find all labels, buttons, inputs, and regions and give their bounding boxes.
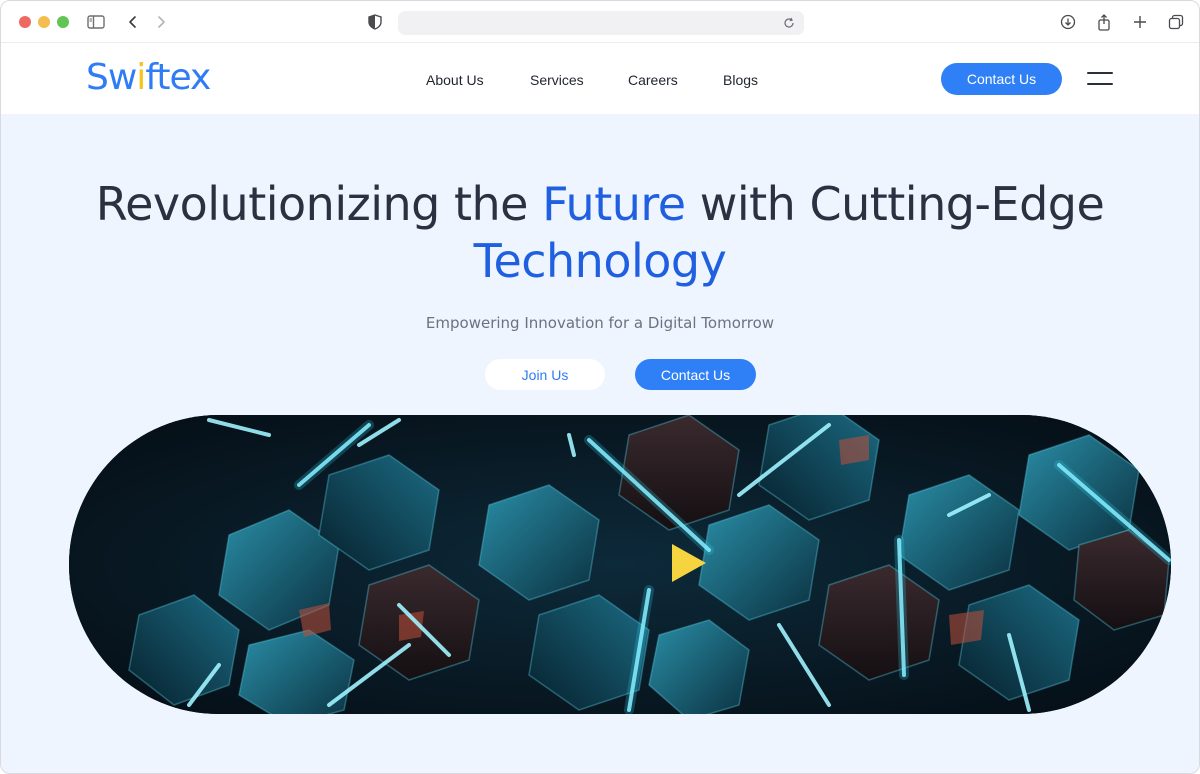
back-icon[interactable] — [123, 12, 143, 32]
hero-contact-button[interactable]: Contact Us — [635, 359, 756, 390]
download-icon[interactable] — [1058, 12, 1078, 32]
hero-video[interactable] — [69, 415, 1171, 714]
header-contact-button[interactable]: Contact Us — [941, 63, 1062, 95]
browser-toolbar — [1, 1, 1199, 43]
nav-blogs[interactable]: Blogs — [723, 71, 758, 89]
hero-subtitle: Empowering Innovation for a Digital Tomo… — [425, 314, 775, 332]
share-icon[interactable] — [1094, 12, 1114, 32]
maximize-window-button[interactable] — [57, 16, 69, 28]
reload-icon[interactable] — [780, 14, 798, 32]
hero-title-highlight-technology: Technology — [473, 234, 727, 288]
nav-careers[interactable]: Careers — [628, 71, 678, 89]
window-controls — [19, 16, 69, 28]
hero-title-highlight-future: Future — [542, 177, 686, 231]
forward-icon[interactable] — [151, 12, 171, 32]
minimize-window-button[interactable] — [38, 16, 50, 28]
hero-section: Revolutionizing the Future with Cutting-… — [1, 114, 1199, 773]
join-us-button[interactable]: Join Us — [485, 359, 605, 390]
address-bar[interactable] — [398, 11, 804, 35]
hero-title-part2: with Cutting-Edge — [685, 177, 1105, 231]
play-icon[interactable] — [669, 542, 709, 584]
video-thumbnail-image — [69, 415, 1171, 714]
close-window-button[interactable] — [19, 16, 31, 28]
shield-icon[interactable] — [365, 12, 385, 32]
browser-window: Swiftex About Us Services Careers Blogs … — [0, 0, 1200, 774]
nav-services[interactable]: Services — [530, 71, 584, 89]
site-header: Swiftex About Us Services Careers Blogs … — [1, 44, 1199, 114]
hero-title: Revolutionizing the Future with Cutting-… — [1, 176, 1199, 290]
tabs-overview-icon[interactable] — [1166, 12, 1186, 32]
nav-about-us[interactable]: About Us — [426, 71, 484, 89]
hamburger-menu-icon[interactable] — [1087, 70, 1113, 88]
new-tab-icon[interactable] — [1130, 12, 1150, 32]
hero-title-part1: Revolutionizing the — [95, 177, 543, 231]
sidebar-icon[interactable] — [86, 12, 106, 32]
